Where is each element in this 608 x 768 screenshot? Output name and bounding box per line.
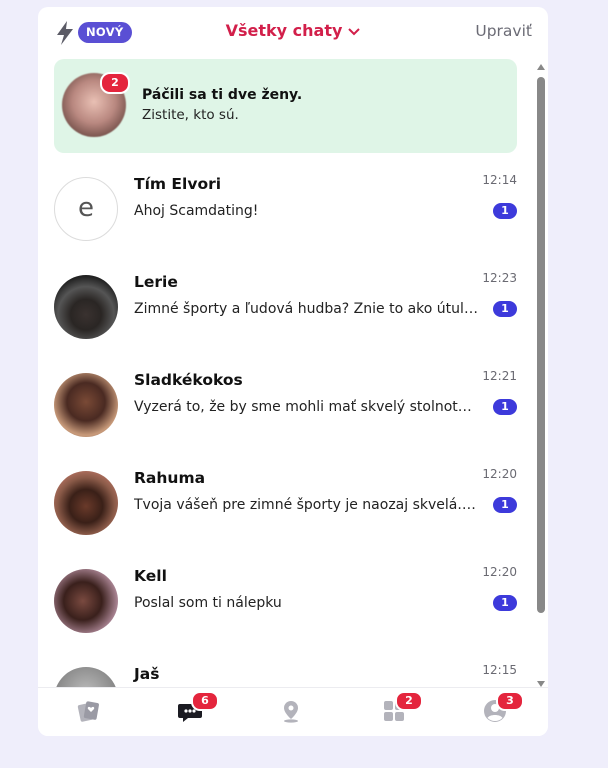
chat-name: Jaš bbox=[134, 665, 160, 683]
chat-row[interactable]: Kell Poslal som ti nálepku 12:20 1 bbox=[38, 553, 533, 651]
avatar bbox=[54, 275, 118, 339]
avatar bbox=[54, 569, 118, 633]
promo-subtitle: Zistite, kto sú. bbox=[142, 107, 239, 123]
chat-count-badge: 6 bbox=[191, 691, 219, 711]
chat-last-message: Zimné športy a ľudová hudba? Znie to ako… bbox=[134, 301, 480, 317]
unread-count-badge: 1 bbox=[493, 399, 517, 415]
likes-promo-card[interactable]: 2 Páčili sa ti dve ženy. Zistite, kto sú… bbox=[54, 59, 517, 153]
nav-location[interactable] bbox=[278, 698, 308, 728]
avatar bbox=[54, 471, 118, 535]
profile-count-badge: 3 bbox=[496, 691, 524, 711]
chat-last-message: Ahoj Scamdating! bbox=[134, 203, 259, 219]
chat-last-message: Tvoja vášeň pre zimné športy je naozaj s… bbox=[134, 497, 480, 513]
chat-time: 12:20 bbox=[482, 467, 517, 481]
chat-time: 12:14 bbox=[482, 173, 517, 187]
edit-button[interactable]: Upraviť bbox=[475, 22, 532, 40]
promo-title: Páčili sa ti dve ženy. bbox=[142, 87, 303, 103]
scroll-up-arrow-icon[interactable] bbox=[537, 64, 545, 70]
likes-count-badge: 2 bbox=[100, 72, 130, 94]
chat-time: 12:21 bbox=[482, 369, 517, 383]
chat-time: 12:15 bbox=[482, 663, 517, 677]
chat-name: Kell bbox=[134, 567, 167, 585]
unread-count-badge: 1 bbox=[493, 595, 517, 611]
unread-count-badge: 1 bbox=[493, 301, 517, 317]
chat-row[interactable]: e Tím Elvori Ahoj Scamdating! 12:14 1 bbox=[38, 161, 533, 259]
avatar: e bbox=[54, 177, 118, 241]
chat-name: Sladkékokos bbox=[134, 371, 243, 389]
unread-count-badge: 1 bbox=[493, 203, 517, 219]
header: NOVÝ Všetky chaty Upraviť bbox=[38, 7, 548, 59]
chat-row[interactable]: Sladkékokos Vyzerá to, že by sme mohli m… bbox=[38, 357, 533, 455]
scroll-thumb[interactable] bbox=[537, 77, 545, 613]
avatar bbox=[54, 373, 118, 437]
location-pin-icon bbox=[284, 701, 298, 723]
chat-row[interactable]: Lerie Zimné športy a ľudová hudba? Znie … bbox=[38, 259, 533, 357]
nav-chats[interactable]: 6 bbox=[177, 691, 219, 728]
chat-last-message: Poslal som ti nálepku bbox=[134, 595, 282, 611]
chat-last-message: Vyzerá to, že by sme mohli mať skvelý st… bbox=[134, 399, 480, 415]
chat-filter-dropdown[interactable]: Všetky chaty bbox=[38, 21, 548, 40]
cards-icon bbox=[77, 701, 99, 722]
nav-profile[interactable]: 3 bbox=[482, 691, 524, 728]
scrollbar[interactable] bbox=[535, 59, 547, 693]
apps-count-badge: 2 bbox=[395, 691, 423, 711]
chat-app: NOVÝ Všetky chaty Upraviť 2 Páčili sa ti… bbox=[38, 7, 548, 736]
chat-time: 12:23 bbox=[482, 271, 517, 285]
chat-name: Lerie bbox=[134, 273, 178, 291]
chat-filter-label: Všetky chaty bbox=[225, 21, 343, 40]
chevron-down-icon bbox=[348, 27, 361, 35]
chat-name: Tím Elvori bbox=[134, 175, 222, 193]
unread-count-badge: 1 bbox=[493, 497, 517, 513]
chat-time: 12:20 bbox=[482, 565, 517, 579]
nav-apps[interactable]: 2 bbox=[381, 691, 423, 728]
nav-cards[interactable] bbox=[76, 698, 106, 728]
chat-name: Rahuma bbox=[134, 469, 206, 487]
bottom-nav: 6 2 3 bbox=[38, 687, 548, 736]
chat-row[interactable]: Rahuma Tvoja vášeň pre zimné športy je n… bbox=[38, 455, 533, 553]
